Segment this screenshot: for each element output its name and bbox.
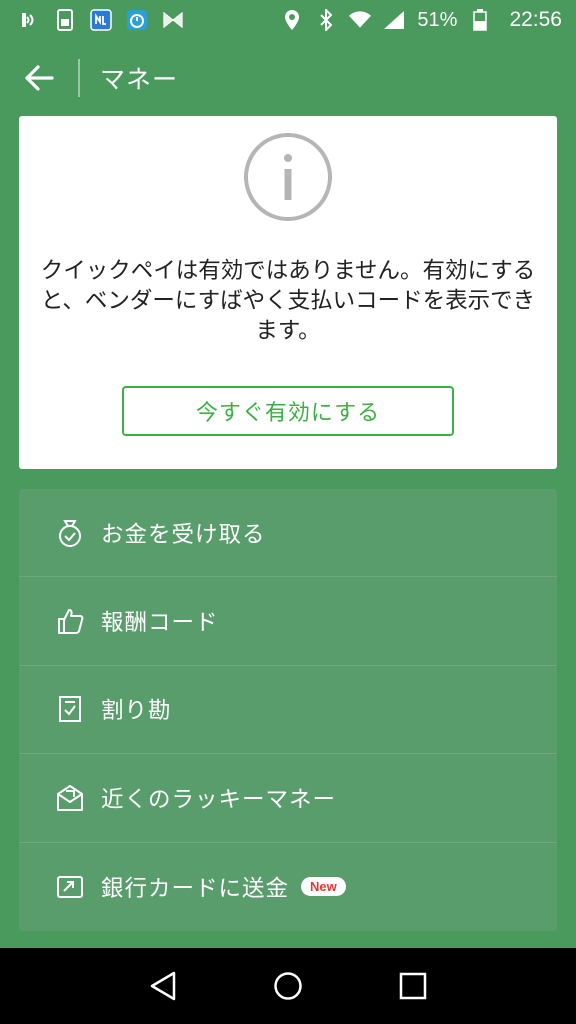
battery-percent: 51%	[417, 8, 458, 31]
receipt-icon	[53, 692, 87, 726]
app-icon	[90, 9, 112, 31]
wifi-icon	[349, 9, 372, 31]
navigation-bar	[0, 948, 576, 1024]
butterfly-icon	[162, 9, 184, 31]
menu-item-label: 割り勘	[101, 698, 172, 725]
menu-item-label: 近くのラッキーマネー	[101, 786, 337, 813]
menu-item-bank-transfer[interactable]: 銀行カードに送金 New	[19, 843, 557, 931]
square-recents-icon	[400, 972, 427, 1000]
battery-icon	[469, 9, 491, 31]
menu-item-label: 報酬コード	[101, 610, 219, 637]
menu-item-label: お金を受け取る	[101, 521, 266, 548]
quickpay-info-card: クイックペイは有効ではありません。有効にすると、ベンダーにすばやく支払いコードを…	[19, 116, 557, 469]
clock: 22:56	[509, 8, 562, 31]
location-icon	[281, 9, 303, 31]
sim-icon	[54, 9, 76, 31]
triangle-back-icon	[150, 971, 175, 1001]
menu-item-nearby-lucky-money[interactable]: 近くのラッキーマネー	[19, 754, 557, 843]
appbar-divider	[78, 59, 80, 97]
nav-home-button[interactable]	[258, 956, 318, 1016]
circle-home-icon	[274, 972, 302, 1000]
quickpay-message: クイックペイは有効ではありません。有効にすると、ベンダーにすばやく支払いコードを…	[40, 258, 536, 344]
back-arrow-icon	[25, 65, 54, 91]
signal-icon	[383, 9, 405, 31]
nfc-icon	[18, 9, 40, 31]
money-bag-icon	[53, 516, 87, 550]
page-title: マネー	[100, 65, 179, 94]
envelope-icon	[53, 781, 87, 815]
money-menu: お金を受け取る 報酬コード 割り勘 近くのラッキーマネー 銀行カードに送金 Ne…	[19, 489, 557, 931]
menu-item-reward-code[interactable]: 報酬コード	[19, 577, 557, 666]
new-badge: New	[301, 877, 346, 897]
app-bar: マネー	[0, 40, 576, 116]
bank-transfer-icon	[53, 870, 87, 904]
back-button[interactable]	[0, 40, 78, 116]
nav-back-button[interactable]	[133, 956, 193, 1016]
menu-item-split-bill[interactable]: 割り勘	[19, 666, 557, 755]
enable-now-button[interactable]: 今すぐ有効にする	[122, 386, 454, 436]
status-bar: 51% 22:56	[0, 0, 576, 40]
nav-recents-button[interactable]	[383, 956, 443, 1016]
timer-icon	[126, 9, 148, 31]
thumbs-up-icon	[53, 604, 87, 638]
menu-item-receive-money[interactable]: お金を受け取る	[19, 489, 557, 578]
menu-item-label: 銀行カードに送金	[101, 875, 290, 902]
bluetooth-icon	[315, 9, 337, 31]
info-icon	[244, 133, 332, 221]
